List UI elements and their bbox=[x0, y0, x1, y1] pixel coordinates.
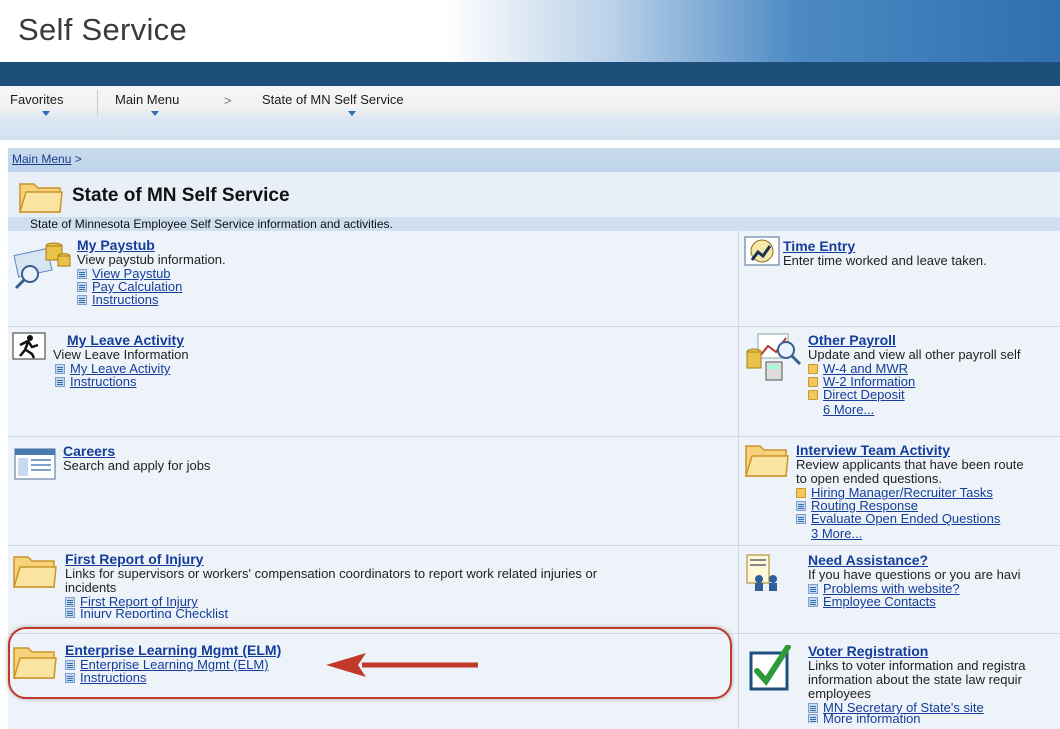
careers-icon bbox=[14, 448, 56, 480]
nav-bar: Favorites Main Menu > State of MN Self S… bbox=[0, 86, 1060, 140]
breadcrumb: Main Menu > bbox=[8, 148, 1060, 172]
nav-favorites-label: Favorites bbox=[10, 92, 64, 107]
page-icon bbox=[77, 281, 87, 292]
header-bar bbox=[0, 62, 1060, 86]
my-paystub-link[interactable]: My Paystub bbox=[77, 237, 226, 253]
tile-description: View Leave Information bbox=[53, 347, 189, 362]
chevron-down-icon bbox=[151, 111, 159, 116]
tile-description: incidents bbox=[65, 580, 117, 595]
page-icon bbox=[808, 583, 818, 594]
chevron-down-icon bbox=[42, 111, 50, 116]
page-icon bbox=[796, 513, 806, 524]
tile-description: View paystub information. bbox=[77, 252, 226, 267]
breadcrumb-main-menu[interactable]: Main Menu bbox=[12, 152, 71, 166]
row-divider bbox=[8, 436, 1060, 437]
evaluate-questions-link[interactable]: Evaluate Open Ended Questions bbox=[796, 512, 1024, 525]
tile-first-report-of-injury: First Report of Injury Links for supervi… bbox=[65, 551, 597, 618]
need-assistance-link[interactable]: Need Assistance? bbox=[808, 552, 1020, 568]
assistance-icon bbox=[746, 554, 777, 591]
checkmark-icon bbox=[749, 645, 791, 691]
tile-description: Review applicants that have been route bbox=[796, 457, 1024, 472]
nav-main-menu-label: Main Menu bbox=[115, 92, 180, 107]
breadcrumb-separator: > bbox=[71, 152, 82, 166]
tile-my-paystub: My Paystub View paystub information. Vie… bbox=[77, 237, 226, 306]
tile-description: Links to voter information and registra bbox=[808, 658, 1026, 673]
my-leave-activity-title-link[interactable]: My Leave Activity bbox=[67, 332, 189, 348]
paystub-icon bbox=[13, 242, 71, 290]
folder-icon bbox=[18, 183, 63, 213]
tile-my-leave-activity: My Leave Activity View Leave Information… bbox=[53, 332, 189, 388]
page-icon bbox=[808, 596, 818, 607]
tile-time-entry: Time Entry Enter time worked and leave t… bbox=[783, 238, 987, 268]
time-entry-link[interactable]: Time Entry bbox=[783, 238, 987, 254]
payroll-icon bbox=[746, 333, 802, 381]
page-icon bbox=[55, 363, 65, 374]
arrow-left-icon bbox=[326, 653, 478, 677]
other-payroll-link[interactable]: Other Payroll bbox=[808, 332, 1020, 348]
mn-secretary-of-state-link[interactable]: MN Secretary of State's site bbox=[808, 701, 1026, 714]
page-icon bbox=[77, 268, 87, 279]
nav-divider bbox=[97, 90, 98, 116]
time-entry-icon bbox=[744, 236, 780, 266]
folder-icon bbox=[12, 556, 57, 588]
first-report-of-injury-title-link[interactable]: First Report of Injury bbox=[65, 551, 597, 567]
tile-description: Update and view all other payroll self bbox=[808, 347, 1021, 362]
nav-chevron-icon: > bbox=[224, 93, 232, 108]
page-icon bbox=[77, 294, 87, 305]
voter-registration-link[interactable]: Voter Registration bbox=[808, 643, 1026, 659]
row-divider bbox=[8, 545, 1060, 546]
nav-current-page[interactable]: State of MN Self Service bbox=[262, 92, 404, 116]
page-icon bbox=[796, 500, 806, 511]
leave-instructions-link[interactable]: Instructions bbox=[55, 375, 189, 388]
page-icon bbox=[65, 608, 75, 618]
folder-icon bbox=[808, 363, 818, 374]
folder-icon bbox=[808, 376, 818, 387]
folder-icon bbox=[808, 389, 818, 400]
running-person-icon bbox=[12, 332, 46, 360]
page-description: State of Minnesota Employee Self Service… bbox=[30, 217, 393, 231]
nav-current-label: State of MN Self Service bbox=[262, 92, 404, 107]
more-information-link[interactable]: More information bbox=[808, 714, 1026, 723]
page-title: State of MN Self Service bbox=[72, 185, 290, 206]
chevron-down-icon bbox=[348, 111, 356, 116]
first-report-of-injury-link[interactable]: First Report of Injury bbox=[65, 595, 597, 608]
folder-icon bbox=[796, 487, 806, 498]
direct-deposit-link[interactable]: Direct Deposit bbox=[808, 388, 1020, 401]
tile-careers: Careers Search and apply for jobs bbox=[63, 443, 210, 473]
more-link[interactable]: 6 More... bbox=[808, 402, 874, 417]
nav-main-menu[interactable]: Main Menu bbox=[115, 92, 180, 116]
nav-favorites[interactable]: Favorites bbox=[10, 92, 64, 116]
app-banner: Self Service bbox=[0, 0, 1060, 62]
page-icon bbox=[808, 702, 818, 713]
folder-icon bbox=[744, 445, 789, 477]
tile-description: If you have questions or you are havi bbox=[808, 567, 1021, 582]
row-divider bbox=[8, 326, 1060, 327]
employee-contacts-link[interactable]: Employee Contacts bbox=[808, 595, 1020, 608]
tile-description: Enter time worked and leave taken. bbox=[783, 253, 987, 268]
interview-team-activity-link[interactable]: Interview Team Activity bbox=[796, 442, 1024, 458]
app-title: Self Service bbox=[18, 12, 187, 47]
tile-description: Search and apply for jobs bbox=[63, 458, 211, 473]
page-icon bbox=[55, 376, 65, 387]
column-divider bbox=[738, 231, 739, 729]
page-description-bar: State of Minnesota Employee Self Service… bbox=[8, 217, 1060, 231]
more-link[interactable]: 3 More... bbox=[796, 526, 862, 541]
tile-description: to open ended questions. bbox=[796, 471, 943, 486]
page-icon bbox=[65, 596, 75, 607]
tile-need-assistance: Need Assistance? If you have questions o… bbox=[808, 552, 1020, 608]
careers-link[interactable]: Careers bbox=[63, 443, 210, 459]
tile-description: employees bbox=[808, 686, 871, 701]
tile-description: Links for supervisors or workers' compen… bbox=[65, 566, 598, 581]
paystub-instructions-link[interactable]: Instructions bbox=[77, 293, 226, 306]
tile-description: information about the state law requir bbox=[808, 672, 1022, 687]
tile-other-payroll: Other Payroll Update and view all other … bbox=[808, 332, 1020, 419]
page-icon bbox=[808, 714, 818, 723]
injury-reporting-checklist-link[interactable]: Injury Reporting Checklist bbox=[65, 608, 597, 618]
tile-voter-registration: Voter Registration Links to voter inform… bbox=[808, 643, 1026, 723]
tile-interview-team-activity: Interview Team Activity Review applicant… bbox=[796, 442, 1024, 543]
page-header: State of MN Self Service bbox=[8, 172, 1060, 218]
